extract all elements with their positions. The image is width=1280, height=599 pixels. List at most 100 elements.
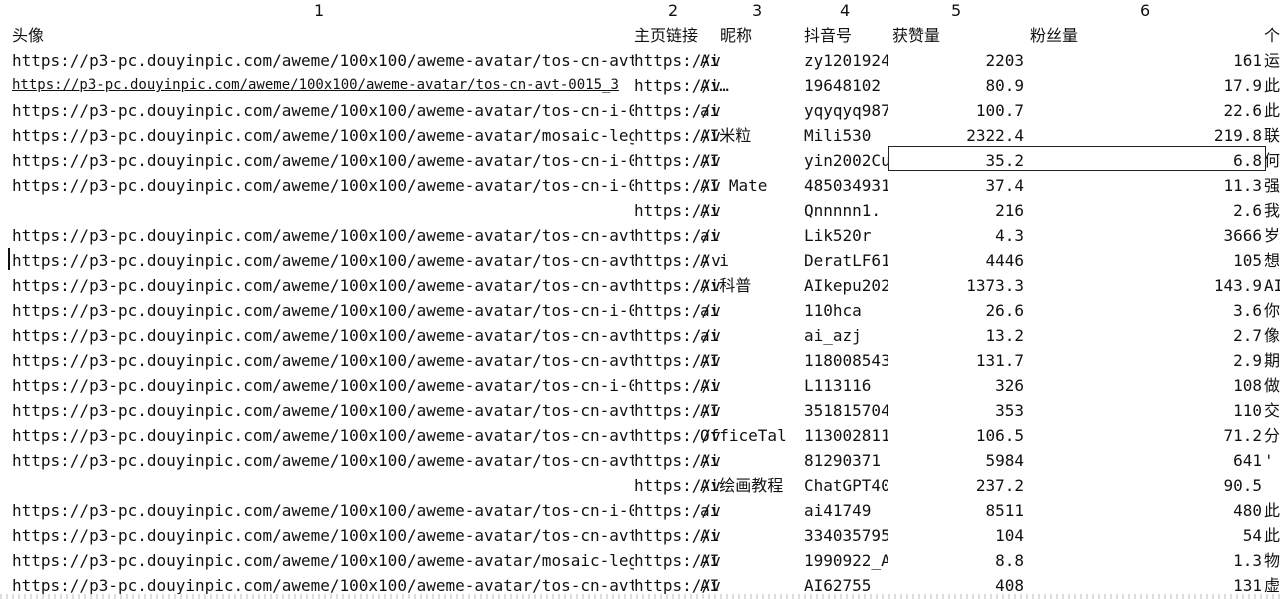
cell-bio[interactable]: 此 (1264, 523, 1280, 548)
cell-likes[interactable]: 4.3 (890, 223, 1024, 248)
cell-bio[interactable]: 想 (1264, 248, 1280, 273)
cell-likes[interactable]: 100.7 (890, 98, 1024, 123)
cell-douyin-id[interactable]: AIkepu202 (804, 273, 888, 298)
cell-likes[interactable]: 104 (890, 523, 1024, 548)
cell-avatar-url[interactable]: https://p3-pc.douyinpic.com/aweme/100x10… (12, 273, 634, 298)
cell-nickname[interactable]: Ai (700, 48, 803, 73)
cell-douyin-id[interactable]: 1990922_A (804, 548, 888, 573)
cell-avatar-url[interactable]: https://p3-pc.douyinpic.com/aweme/100x10… (12, 248, 634, 273)
cell-bio[interactable]: 我 (1264, 198, 1280, 223)
cell-likes[interactable]: 5984 (890, 448, 1024, 473)
cell-bio[interactable]: 此 (1264, 98, 1280, 123)
cell-douyin-id[interactable]: Qnnnnn1. (804, 198, 888, 223)
cell-likes[interactable]: 2203 (890, 48, 1024, 73)
cell-nickname[interactable]: Ai (700, 523, 803, 548)
cell-likes[interactable]: 37.4 (890, 173, 1024, 198)
cell-nickname[interactable]: Ai科普 (700, 273, 803, 298)
cell-douyin-id[interactable]: DeratLF61 (804, 248, 888, 273)
cell-douyin-id[interactable]: Lik520r (804, 223, 888, 248)
cell-avatar-url[interactable]: https://p3-pc.douyinpic.com/aweme/100x10… (12, 98, 634, 123)
cell-avatar-url[interactable]: https://p3-pc.douyinpic.com/aweme/100x10… (12, 398, 634, 423)
cell-likes[interactable]: 1373.3 (890, 273, 1024, 298)
cell-bio[interactable]: AI (1264, 273, 1280, 298)
cell-likes[interactable]: 4446 (890, 248, 1024, 273)
cell-douyin-id[interactable]: ai_azj (804, 323, 888, 348)
cell-douyin-id[interactable]: 81290371 (804, 448, 888, 473)
cell-avatar-url[interactable]: https://p3-pc.douyinpic.com/aweme/100x10… (12, 348, 634, 373)
cell-nickname[interactable]: AI (700, 148, 803, 173)
cell-likes[interactable]: 80.9 (890, 73, 1024, 98)
cell-nickname[interactable]: Ai (700, 448, 803, 473)
cell-bio[interactable] (1264, 473, 1280, 498)
cell-likes[interactable]: 8.8 (890, 548, 1024, 573)
cell-douyin-id[interactable]: L113116 (804, 373, 888, 398)
header-douyin-id[interactable]: 抖音号 (804, 23, 888, 48)
cell-bio[interactable]: 何 (1264, 148, 1280, 173)
column-number-3[interactable]: 3 (752, 0, 762, 22)
cell-bio[interactable]: 强 (1264, 173, 1280, 198)
cell-douyin-id[interactable]: yqyqyq987 (804, 98, 888, 123)
cell-avatar-url[interactable]: https://p3-pc.douyinpic.com/aweme/100x10… (12, 373, 634, 398)
cell-bio[interactable]: 联 (1264, 123, 1280, 148)
cell-nickname[interactable]: Ai (700, 198, 803, 223)
header-avatar[interactable]: 头像 (12, 23, 634, 48)
cell-likes[interactable]: 131.7 (890, 348, 1024, 373)
column-number-6[interactable]: 6 (1140, 0, 1150, 22)
cell-douyin-id[interactable]: 334035795 (804, 523, 888, 548)
cell-nickname[interactable]: AI (700, 348, 803, 373)
cell-bio[interactable]: 分 (1264, 423, 1280, 448)
cell-avatar-url[interactable]: https://p3-pc.douyinpic.com/aweme/100x10… (12, 548, 634, 573)
cell-fans[interactable]: 2.6 (1024, 198, 1262, 223)
cell-douyin-id[interactable]: 113002811 (804, 423, 888, 448)
column-number-5[interactable]: 5 (951, 0, 961, 22)
cell-nickname[interactable]: ai (700, 98, 803, 123)
cell-nickname[interactable]: AI Mate (700, 173, 803, 198)
cell-fans[interactable]: 54 (1024, 523, 1262, 548)
cell-likes[interactable]: 353 (890, 398, 1024, 423)
cell-nickname[interactable]: AI (700, 548, 803, 573)
cell-bio[interactable]: 交 (1264, 398, 1280, 423)
cell-fans[interactable]: 161 (1024, 48, 1262, 73)
cell-bio[interactable]: ' (1264, 448, 1280, 473)
cell-bio[interactable]: 物 (1264, 548, 1280, 573)
cell-nickname[interactable]: ai (700, 498, 803, 523)
cell-fans[interactable]: 90.5 (1024, 473, 1262, 498)
column-number-2[interactable]: 2 (668, 0, 678, 22)
cell-avatar-url[interactable]: https://p3-pc.douyinpic.com/aweme/100x10… (12, 223, 634, 248)
cell-fans[interactable]: 3666 (1024, 223, 1262, 248)
cell-avatar-url[interactable]: https://p3-pc.douyinpic.com/aweme/100x10… (12, 173, 634, 198)
cell-fans[interactable]: 110 (1024, 398, 1262, 423)
cell-avatar-url[interactable]: https://p3-pc.douyinpic.com/aweme/100x10… (12, 48, 634, 73)
cell-douyin-id[interactable]: zy1201924 (804, 48, 888, 73)
cell-fans[interactable]: 2.7 (1024, 323, 1262, 348)
cell-avatar-url[interactable]: https://p3-pc.douyinpic.com/aweme/100x10… (12, 148, 634, 173)
cell-fans[interactable]: 11.3 (1024, 173, 1262, 198)
cell-likes[interactable]: 216 (890, 198, 1024, 223)
cell-nickname[interactable]: ai (700, 323, 803, 348)
cell-douyin-id[interactable]: 351815704 (804, 398, 888, 423)
cell-fans[interactable]: 1.3 (1024, 548, 1262, 573)
cell-fans[interactable]: 641 (1024, 448, 1262, 473)
cell-douyin-id[interactable]: Mili530 (804, 123, 888, 148)
cell-bio[interactable]: 像 (1264, 323, 1280, 348)
cell-likes[interactable]: 106.5 (890, 423, 1024, 448)
cell-likes[interactable]: 8511 (890, 498, 1024, 523)
cell-nickname[interactable]: AI米粒 (700, 123, 803, 148)
cell-nickname[interactable]: AI (700, 398, 803, 423)
cell-nickname[interactable]: Ai绘画教程 (700, 473, 803, 498)
cell-nickname[interactable]: ai (700, 223, 803, 248)
cell-bio[interactable]: 期 (1264, 348, 1280, 373)
cell-likes[interactable]: 237.2 (890, 473, 1024, 498)
cell-bio[interactable]: 岁 (1264, 223, 1280, 248)
cell-fans[interactable]: 480 (1024, 498, 1262, 523)
cell-douyin-id[interactable]: yin2002Cu (804, 148, 888, 173)
column-number-4[interactable]: 4 (840, 0, 850, 22)
cell-fans[interactable]: 17.9 (1024, 73, 1262, 98)
cell-avatar-url[interactable]: https://p3-pc.douyinpic.com/aweme/100x10… (12, 298, 634, 323)
cell-fans[interactable]: 108 (1024, 373, 1262, 398)
cell-bio[interactable]: 运 (1264, 48, 1280, 73)
cell-nickname[interactable]: ai (700, 298, 803, 323)
cell-fans[interactable]: 3.6 (1024, 298, 1262, 323)
cell-avatar-url[interactable]: https://p3-pc.douyinpic.com/aweme/100x10… (12, 123, 634, 148)
cell-selection-box[interactable] (888, 146, 1266, 171)
